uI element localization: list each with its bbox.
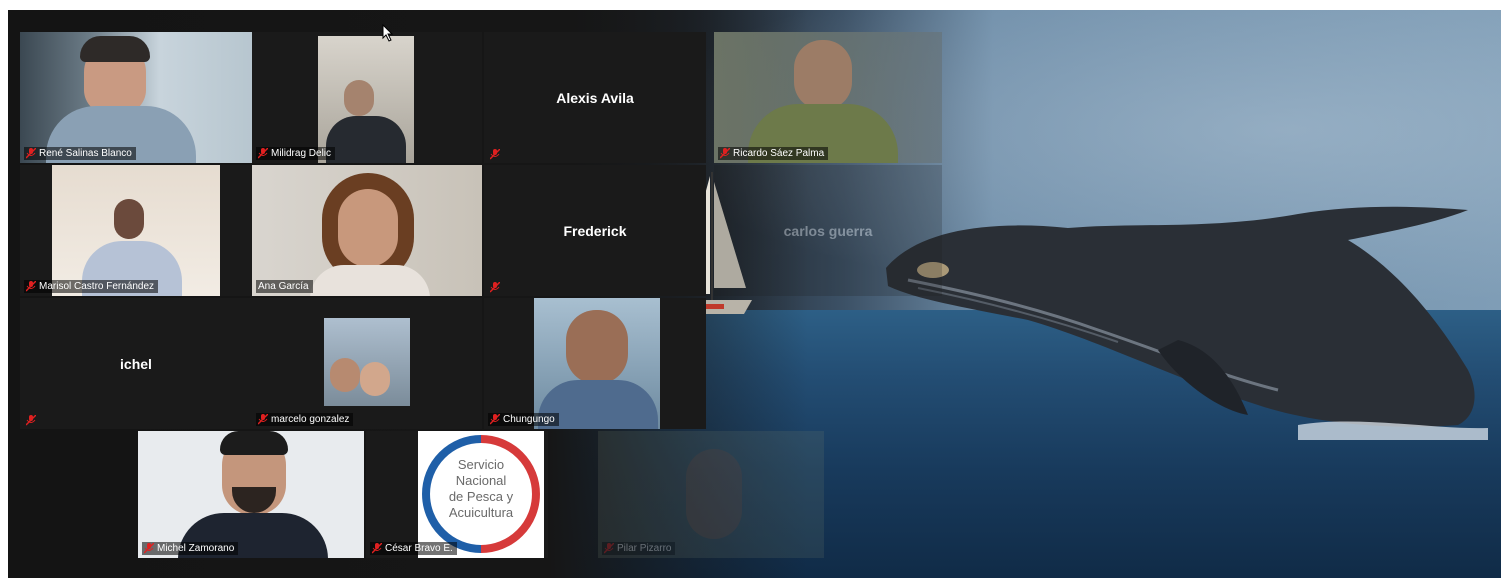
participant-video: [52, 165, 220, 296]
participant-tile[interactable]: Ricardo Sáez Palma: [714, 32, 942, 163]
person-silhouette: [330, 358, 360, 392]
person-shirt: [326, 116, 406, 163]
person-shirt: [310, 265, 430, 296]
participant-name-tag: Chungungo: [488, 413, 559, 426]
participant-name-center: Alexis Avila: [556, 89, 634, 106]
participant-tile[interactable]: Milidrag Delic: [252, 32, 482, 163]
participant-video: [138, 431, 364, 558]
participant-name-tag: César Bravo E.: [370, 542, 457, 555]
participant-tile[interactable]: Ana García: [252, 165, 482, 296]
participant-name: Milidrag Delic: [271, 148, 332, 159]
person-silhouette: [360, 362, 390, 396]
participant-name: Ricardo Sáez Palma: [733, 148, 825, 159]
participant-name-tag: [488, 149, 504, 160]
mic-muted-icon: [26, 415, 36, 426]
participant-tile[interactable]: Pilar Pizarro: [598, 431, 824, 558]
participant-video: [324, 318, 410, 406]
participant-name-center: Frederick: [563, 222, 627, 239]
participant-name: Michel Zamorano: [157, 543, 235, 554]
logo-line: Servicio: [457, 457, 505, 472]
participant-name: marcelo gonzalez: [271, 414, 350, 425]
participant-name: César Bravo E.: [385, 543, 453, 554]
logo-text: Servicio Nacional de Pesca y Acuicultura: [418, 457, 544, 521]
participant-name-tag: Michel Zamorano: [142, 542, 239, 555]
mic-muted-icon: [258, 414, 268, 425]
participant-video: [252, 165, 482, 296]
mic-muted-icon: [604, 543, 614, 554]
mic-muted-icon: [26, 148, 36, 159]
participant-tile[interactable]: Chungungo: [484, 298, 706, 429]
mic-muted-icon: [490, 414, 500, 425]
person-silhouette: [566, 310, 628, 384]
participant-video: [534, 298, 660, 429]
mouse-cursor-icon: [382, 24, 394, 42]
participant-name-tag: Pilar Pizarro: [602, 542, 676, 555]
participant-video: [318, 36, 414, 163]
person-silhouette: [686, 449, 742, 539]
sernapesca-logo: Servicio Nacional de Pesca y Acuicultura: [418, 431, 544, 558]
logo-line: Nacional: [455, 473, 507, 488]
participant-name-tag: marcelo gonzalez: [256, 413, 354, 426]
participant-name-tag: Ana García: [256, 280, 313, 293]
participant-name-center: ichel: [120, 355, 152, 372]
participant-tile[interactable]: Alexis Avila: [484, 32, 706, 163]
whale-image: [886, 206, 1488, 440]
participant-name: Ana García: [258, 281, 309, 292]
participant-name-tag: Marisol Castro Fernández: [24, 280, 159, 293]
logo-line: de Pesca y: [448, 489, 514, 504]
participant-tile[interactable]: René Salinas Blanco: [20, 32, 252, 163]
participant-name-tag: [24, 415, 40, 426]
mic-muted-icon: [144, 543, 154, 554]
mic-muted-icon: [490, 149, 500, 160]
logo-line: Acuicultura: [448, 505, 514, 520]
participant-tile[interactable]: Servicio Nacional de Pesca y Acuicultura…: [366, 431, 548, 558]
mic-muted-icon: [26, 281, 36, 292]
person-silhouette: [794, 40, 852, 110]
participant-video: [714, 32, 942, 163]
participant-tile[interactable]: carlos guerra: [714, 165, 942, 296]
participant-name: Pilar Pizarro: [617, 543, 672, 554]
mic-muted-icon: [258, 148, 268, 159]
participant-name-tag: [488, 282, 504, 293]
participant-name: René Salinas Blanco: [39, 148, 132, 159]
participant-name: Marisol Castro Fernández: [39, 281, 155, 292]
person-silhouette: [338, 189, 398, 267]
participant-video: [20, 32, 252, 163]
participant-tile[interactable]: marcelo gonzalez: [252, 298, 482, 429]
participant-tile[interactable]: Frederick: [484, 165, 706, 296]
person-silhouette: [344, 80, 374, 116]
participant-name-tag: Ricardo Sáez Palma: [718, 147, 829, 160]
participant-name-tag: Milidrag Delic: [256, 147, 336, 160]
mic-muted-icon: [372, 543, 382, 554]
participant-name-center: carlos guerra: [783, 222, 873, 239]
mic-muted-icon: [720, 148, 730, 159]
person-silhouette: [114, 199, 144, 239]
participant-tile[interactable]: ichel: [20, 298, 252, 429]
person-hair: [220, 431, 288, 455]
mic-muted-icon: [490, 282, 500, 293]
participant-name: Chungungo: [503, 414, 555, 425]
person-hair: [80, 36, 150, 62]
participant-name-tag: René Salinas Blanco: [24, 147, 136, 160]
participant-tile[interactable]: Michel Zamorano: [138, 431, 364, 558]
video-gallery: René Salinas Blanco Milidrag Delic Alexi…: [8, 10, 1501, 578]
participant-tile[interactable]: Marisol Castro Fernández: [20, 165, 252, 296]
